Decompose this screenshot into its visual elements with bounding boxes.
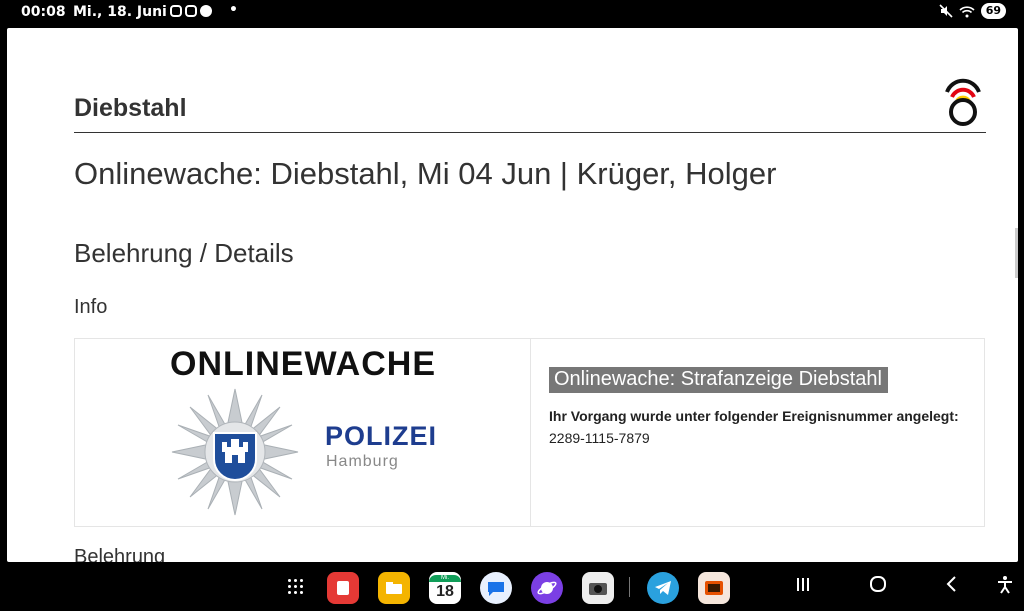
page-title: Onlinewache: Diebstahl, Mi 04 Jun | Krüg… xyxy=(74,156,777,191)
banner-title: ONLINEWACHE xyxy=(170,345,436,383)
police-banner: ONLINEWACHE POLIZEI Hamburg xyxy=(75,339,531,526)
taskbar-divider xyxy=(629,577,630,597)
instagram-icon xyxy=(170,5,182,17)
case-description: Ihr Vorgang wurde unter folgender Ereign… xyxy=(549,405,969,449)
taskbar: Mi. 18 xyxy=(0,563,1024,611)
more-notifications-dot: • xyxy=(229,2,238,18)
info-label: Info xyxy=(74,296,108,318)
status-time: 00:08 xyxy=(21,4,66,20)
banner-org: POLIZEI xyxy=(325,421,438,451)
section-heading: Belehrung / Details xyxy=(74,238,294,268)
presentation-app-icon[interactable] xyxy=(698,572,730,604)
info-box: ONLINEWACHE POLIZEI Hamburg Onlinewache:… xyxy=(74,338,985,527)
wifi-icon xyxy=(959,5,975,17)
notification-app-icon xyxy=(200,5,212,17)
police-star-icon xyxy=(171,388,299,516)
header-divider xyxy=(74,132,986,133)
case-number: 2289-1115-7879 xyxy=(549,430,650,446)
web-page[interactable]: Diebstahl Onlinewache: Diebstahl, Mi 04 … xyxy=(7,28,1018,562)
calendar-app-icon[interactable]: Mi. 18 xyxy=(429,572,461,604)
back-button[interactable] xyxy=(944,575,958,599)
calendar-day-label: Mi. xyxy=(429,574,461,582)
case-text: Ihr Vorgang wurde unter folgender Ereign… xyxy=(549,408,959,424)
messages-app-icon[interactable] xyxy=(480,572,512,604)
calendar-day: 18 xyxy=(436,582,454,600)
status-bar: 00:08 Mi., 18. Juni • 69 xyxy=(0,0,1024,25)
banner-city: Hamburg xyxy=(326,453,399,470)
case-info: Onlinewache: Strafanzeige Diebstahl Ihr … xyxy=(531,339,984,526)
instagram-icon xyxy=(185,5,197,17)
camera-app-icon[interactable] xyxy=(582,572,614,604)
files-app-icon[interactable] xyxy=(378,572,410,604)
notification-icons xyxy=(170,5,212,17)
status-date: Mi., 18. Juni xyxy=(73,4,167,20)
browser-app-icon[interactable] xyxy=(531,572,563,604)
onlinewache-logo-icon xyxy=(945,78,981,126)
notes-app-icon[interactable] xyxy=(327,572,359,604)
battery-indicator: 69 xyxy=(980,3,1006,19)
scroll-indicator[interactable] xyxy=(1015,228,1018,278)
accessibility-button[interactable] xyxy=(996,575,1014,601)
home-button[interactable] xyxy=(869,575,887,599)
telegram-app-icon[interactable] xyxy=(647,572,679,604)
case-title: Onlinewache: Strafanzeige Diebstahl xyxy=(549,367,888,393)
next-section-heading: Belehrung xyxy=(74,546,166,562)
recent-apps-button[interactable] xyxy=(795,575,811,598)
mute-icon xyxy=(939,4,953,18)
app-drawer-icon[interactable] xyxy=(288,579,304,595)
page-header-title: Diebstahl xyxy=(74,94,187,122)
